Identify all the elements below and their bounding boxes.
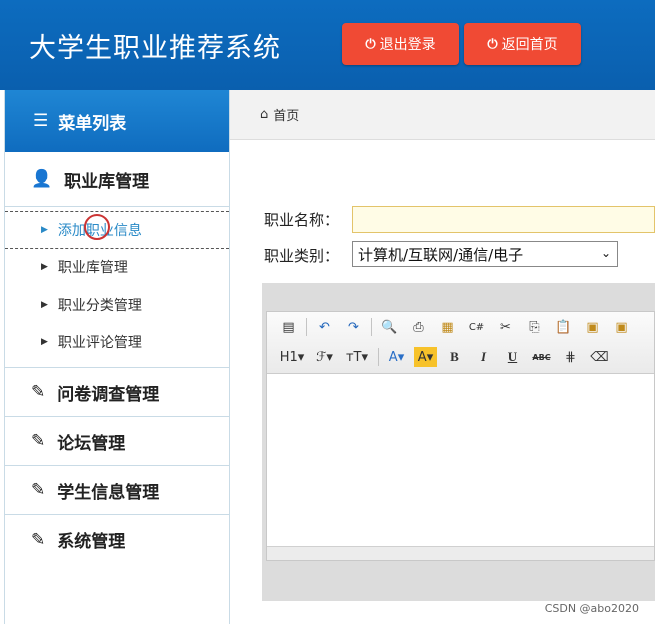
- font-family-icon[interactable]: ℱ▾: [313, 347, 336, 367]
- career-category-value: 计算机/互联网/通信/电子: [358, 245, 524, 264]
- career-name-label: 职业名称：: [264, 211, 340, 229]
- sidebar-section-label: 学生信息管理: [57, 482, 160, 503]
- edit-icon: ✎: [31, 382, 46, 402]
- home-label: 返回首页: [501, 37, 558, 53]
- paste-icon[interactable]: 📋: [552, 317, 575, 337]
- breadcrumb: ⌂ 首页: [230, 90, 655, 140]
- paste-word-icon[interactable]: ▣: [610, 317, 633, 337]
- paste-text-icon[interactable]: ▣: [581, 317, 604, 337]
- sidebar-section-label: 系统管理: [57, 532, 126, 552]
- italic-label: I: [480, 349, 487, 364]
- logout-button[interactable]: ⏻ 退出登录: [342, 23, 459, 65]
- app-title: 大学生职业推荐系统: [29, 33, 281, 64]
- sidebar-section-students[interactable]: ✎ 学生信息管理: [5, 466, 229, 515]
- home-icon: ⌂: [260, 107, 269, 122]
- header-bar: 大学生职业推荐系统 ⏻ 退出登录 ⏻ 返回首页: [0, 0, 655, 90]
- editor-toolbar: ▤ ↶ ↷ 🔍 ⎙ ▦ C# ✂ ⎘ 📋 ▣ ▣ H1 ▾ ℱ▾ ᴛT▾ A ▾ A…: [267, 312, 654, 374]
- print-icon[interactable]: ⎙: [407, 317, 430, 337]
- sidebar-item-label: 职业库管理: [57, 260, 128, 277]
- eraser-icon[interactable]: ⌫: [588, 347, 611, 367]
- preview-icon[interactable]: 🔍: [378, 317, 401, 337]
- sidebar-item-career-library[interactable]: ▶ 职业库管理: [5, 249, 229, 287]
- sidebar-item-add-career[interactable]: ▶ 添加职业信息: [5, 211, 229, 249]
- editor-status-bar: [267, 546, 654, 560]
- caret-right-icon: ▶: [41, 262, 48, 273]
- source-icon[interactable]: ▤: [277, 317, 300, 337]
- template-icon[interactable]: ▦: [436, 317, 459, 337]
- sidebar-heading-label: 菜单列表: [58, 113, 127, 134]
- caret-right-icon: ▶: [41, 337, 48, 348]
- breadcrumb-home-link[interactable]: 首页: [273, 105, 299, 124]
- rich-text-editor: ▤ ↶ ↷ 🔍 ⎙ ▦ C# ✂ ⎘ 📋 ▣ ▣ H1 ▾ ℱ▾ ᴛT▾ A ▾ A…: [266, 311, 655, 561]
- toolbar-separator: [306, 318, 307, 336]
- logout-label: 退出登录: [379, 37, 436, 53]
- career-category-label: 职业类别：: [264, 247, 340, 265]
- strikethrough-icon[interactable]: ABC: [530, 347, 553, 367]
- editor-content-area[interactable]: [267, 374, 654, 546]
- cut-icon[interactable]: ✂: [494, 317, 517, 337]
- sidebar-section-system[interactable]: ✎ 系统管理: [5, 515, 229, 564]
- career-name-input[interactable]: [352, 206, 655, 233]
- career-category-select[interactable]: 计算机/互联网/通信/电子 ⌄: [352, 241, 618, 267]
- bold-icon[interactable]: B: [443, 347, 466, 367]
- edit-icon: ✎: [31, 529, 46, 550]
- sidebar-sub-list: ▶ 添加职业信息 ▶ 职业库管理 ▶ 职业分类管理 ▶ 职业评论管理: [5, 207, 229, 368]
- code-icon[interactable]: C#: [465, 317, 488, 337]
- text-color-label: A: [388, 349, 398, 365]
- sidebar-item-comments[interactable]: ▶ 职业评论管理: [5, 324, 229, 362]
- caret-right-icon: ▶: [41, 224, 48, 235]
- mouse-cursor-highlight: [84, 214, 110, 240]
- bg-color-label: A: [417, 349, 427, 365]
- sidebar-section-survey[interactable]: ✎ 问卷调查管理: [5, 368, 229, 417]
- sidebar-section-label: 论坛管理: [57, 433, 126, 454]
- sidebar-section-forum[interactable]: ✎ 论坛管理: [5, 417, 229, 466]
- heading-dropdown[interactable]: H1 ▾: [277, 347, 307, 367]
- toolbar-row-2: H1 ▾ ℱ▾ ᴛT▾ A ▾ A ▾ B I U ABC ⋕ ⌫: [267, 342, 654, 372]
- redo-icon[interactable]: ↷: [342, 317, 365, 337]
- sidebar-section-career-library[interactable]: 👤 职业库管理: [5, 152, 229, 207]
- text-color-icon[interactable]: A ▾: [385, 347, 408, 367]
- power-icon: ⏻: [365, 36, 376, 52]
- list-icon: ☰: [33, 111, 49, 131]
- user-icon: 👤: [31, 169, 53, 189]
- underline-label: U: [507, 349, 518, 364]
- table-icon[interactable]: ⋕: [559, 347, 582, 367]
- font-size-icon[interactable]: ᴛT▾: [342, 347, 372, 367]
- sidebar-item-label: 职业分类管理: [57, 297, 142, 314]
- underline-icon[interactable]: U: [501, 347, 524, 367]
- sidebar-item-label: 职业评论管理: [57, 335, 142, 352]
- heading-label: H1: [279, 349, 298, 365]
- undo-icon[interactable]: ↶: [313, 317, 336, 337]
- copy-icon[interactable]: ⎘: [523, 317, 546, 337]
- sidebar-section-label: 职业库管理: [64, 171, 150, 192]
- watermark: CSDN @abo2020: [544, 602, 639, 615]
- chevron-down-icon: ⌄: [600, 246, 611, 260]
- caret-right-icon: ▶: [41, 299, 48, 310]
- abc-label: ABC: [532, 352, 551, 362]
- edit-icon: ✎: [31, 431, 46, 451]
- toolbar-row-1: ▤ ↶ ↷ 🔍 ⎙ ▦ C# ✂ ⎘ 📋 ▣ ▣: [267, 312, 654, 342]
- background-color-icon[interactable]: A ▾: [414, 347, 437, 367]
- toolbar-separator: [371, 318, 372, 336]
- power-icon: ⏻: [487, 36, 498, 52]
- bold-label: B: [450, 349, 459, 364]
- sidebar-item-category[interactable]: ▶ 职业分类管理: [5, 286, 229, 324]
- sidebar-section-label: 问卷调查管理: [57, 384, 160, 405]
- italic-icon[interactable]: I: [472, 347, 495, 367]
- sidebar: ☰ 菜单列表 👤 职业库管理 ▶ 添加职业信息 ▶ 职业库管理 ▶ 职业分类管理…: [4, 90, 230, 624]
- toolbar-separator: [378, 348, 379, 366]
- edit-icon: ✎: [31, 480, 46, 500]
- sidebar-heading: ☰ 菜单列表: [5, 90, 229, 152]
- home-button[interactable]: ⏻ 返回首页: [464, 23, 581, 65]
